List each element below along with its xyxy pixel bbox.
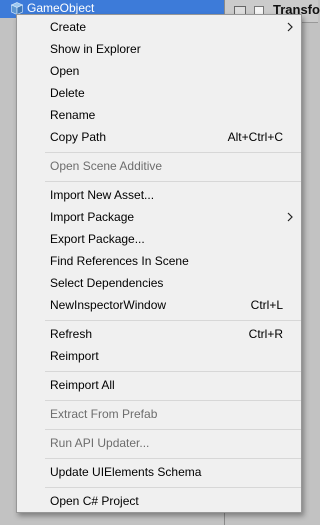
menu-item-run-api-updater: Run API Updater... <box>17 432 301 454</box>
menu-item-label: Select Dependencies <box>50 276 164 290</box>
chevron-right-icon <box>287 22 293 32</box>
menu-separator <box>45 429 301 430</box>
menu-item-update-uielements-schema[interactable]: Update UIElements Schema <box>17 461 301 483</box>
menu-item-reimport-all[interactable]: Reimport All <box>17 374 301 396</box>
menu-item-label: Create <box>50 20 87 34</box>
menu-item-label: Run API Updater... <box>50 436 150 450</box>
chevron-right-icon <box>287 212 293 222</box>
menu-item-shortcut: Alt+Ctrl+C <box>227 130 283 144</box>
menu-item-label: Open Scene Additive <box>50 159 163 173</box>
menu-separator <box>45 181 301 182</box>
menu-item-create[interactable]: Create <box>17 16 301 38</box>
menu-item-shortcut: Ctrl+R <box>248 327 283 341</box>
menu-item-select-dependencies[interactable]: Select Dependencies <box>17 272 301 294</box>
menu-item-label: Rename <box>50 108 96 122</box>
menu-item-open-csharp-project[interactable]: Open C# Project <box>17 490 301 512</box>
menu-item-label: Export Package... <box>50 232 145 246</box>
menu-separator <box>45 320 301 321</box>
context-menu: Create Show in Explorer Open Delete Rena… <box>16 14 302 513</box>
menu-item-label: Reimport <box>50 349 99 363</box>
menu-item-find-references[interactable]: Find References In Scene <box>17 250 301 272</box>
menu-separator <box>45 400 301 401</box>
menu-item-label: Open <box>50 64 80 78</box>
menu-item-label: Update UIElements Schema <box>50 465 202 479</box>
menu-item-label: Reimport All <box>50 378 115 392</box>
menu-item-rename[interactable]: Rename <box>17 104 301 126</box>
menu-item-label: Show in Explorer <box>50 42 141 56</box>
menu-item-show-in-explorer[interactable]: Show in Explorer <box>17 38 301 60</box>
menu-item-reimport[interactable]: Reimport <box>17 345 301 367</box>
menu-item-label: Import Package <box>50 210 135 224</box>
menu-item-label: Open C# Project <box>50 494 139 508</box>
menu-item-delete[interactable]: Delete <box>17 82 301 104</box>
menu-item-label: Delete <box>50 86 85 100</box>
menu-item-open-scene-additive: Open Scene Additive <box>17 155 301 177</box>
menu-item-copy-path[interactable]: Copy Path Alt+Ctrl+C <box>17 126 301 148</box>
menu-separator <box>45 152 301 153</box>
menu-item-new-inspector-window[interactable]: NewInspectorWindow Ctrl+L <box>17 294 301 316</box>
menu-item-label: NewInspectorWindow <box>50 298 167 312</box>
menu-item-label: Find References In Scene <box>50 254 189 268</box>
menu-item-import-package[interactable]: Import Package <box>17 206 301 228</box>
menu-item-export-package[interactable]: Export Package... <box>17 228 301 250</box>
menu-item-refresh[interactable]: Refresh Ctrl+R <box>17 323 301 345</box>
menu-separator <box>45 487 301 488</box>
menu-item-shortcut: Ctrl+L <box>250 298 283 312</box>
menu-separator <box>45 371 301 372</box>
menu-item-label: Refresh <box>50 327 93 341</box>
menu-item-label: Copy Path <box>50 130 107 144</box>
menu-item-label: Import New Asset... <box>50 188 155 202</box>
menu-separator <box>45 458 301 459</box>
menu-item-extract-from-prefab: Extract From Prefab <box>17 403 301 425</box>
menu-item-open[interactable]: Open <box>17 60 301 82</box>
menu-item-label: Extract From Prefab <box>50 407 158 421</box>
menu-item-import-new-asset[interactable]: Import New Asset... <box>17 184 301 206</box>
